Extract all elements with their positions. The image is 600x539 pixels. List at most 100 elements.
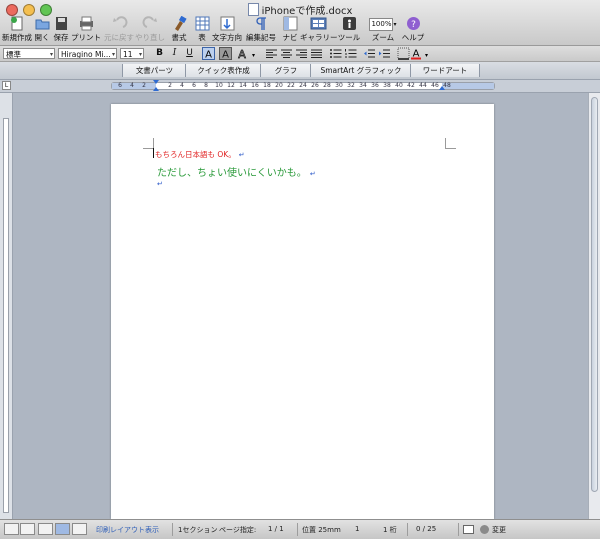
horizontal-ruler[interactable]: 6 4 2 2 4 6 8 10 12 14 16 18 20 22 24 26…: [111, 80, 495, 91]
notebook-view-button[interactable]: [72, 523, 87, 535]
elements-gallery-bar: 文書パーツ クイック表作成 グラフ SmartArt グラフィック ワードアート: [0, 62, 600, 80]
vertical-scrollbar[interactable]: [588, 93, 600, 519]
ruler-tick: 6: [118, 82, 122, 89]
table-icon: [195, 16, 209, 31]
table-button[interactable]: 表: [193, 15, 211, 44]
text-box-a-button[interactable]: A: [202, 47, 215, 60]
tab-wordart[interactable]: ワードアート: [410, 64, 480, 77]
document-page[interactable]: もちろん日本語も OK。 ↵ ただし、ちょい使いにくいかも。 ↵ ↵: [111, 104, 494, 519]
navi-button[interactable]: ナビ: [281, 15, 299, 44]
redo-icon: [142, 16, 157, 28]
ruler-tick: 36: [371, 82, 379, 89]
style-select[interactable]: 標準 ▾: [3, 48, 55, 59]
underline-button[interactable]: U: [183, 47, 196, 60]
status-bar: 印刷レイアウト表示 1セクション ページ指定: 1 / 1 位置 25mm 1 …: [0, 519, 600, 539]
text-effects-button[interactable]: A ▾: [236, 47, 256, 60]
redo-button[interactable]: やり直し: [135, 15, 165, 44]
print-layout-view-button[interactable]: [55, 523, 70, 535]
save-button[interactable]: 保存: [52, 15, 70, 44]
svg-text:A: A: [238, 48, 246, 60]
justify-button[interactable]: [310, 47, 323, 60]
ruler-tick: 6: [192, 82, 196, 89]
status-separator: [407, 523, 408, 536]
decrease-indent-button[interactable]: [363, 47, 376, 60]
scroll-thumb[interactable]: [591, 97, 598, 492]
numbered-list-button[interactable]: [344, 47, 357, 60]
open-button[interactable]: 開く: [33, 15, 51, 44]
publishing-view-button[interactable]: [38, 523, 53, 535]
font-size-select[interactable]: 11 ▾: [120, 48, 144, 59]
numbered-list-icon: [345, 49, 357, 58]
paragraph-3-empty[interactable]: ↵: [157, 180, 163, 188]
border-icon: [397, 47, 410, 60]
italic-button[interactable]: I: [168, 47, 181, 60]
ruler-tick: 18: [263, 82, 271, 89]
text-effects-icon: A ▾: [238, 48, 255, 60]
edit-marks-button[interactable]: 編集記号: [246, 15, 276, 44]
tab-quick-table[interactable]: クイック表作成: [185, 64, 261, 77]
spelling-icon[interactable]: [463, 525, 474, 534]
font-select[interactable]: Hiragino Mi... ▾: [58, 48, 117, 59]
svg-text:A: A: [222, 50, 229, 61]
draft-view-button[interactable]: [4, 523, 19, 535]
zoom-control[interactable]: 100% ▾ ズーム: [366, 15, 400, 44]
bulleted-list-button[interactable]: [329, 47, 342, 60]
ruler-tick: 10: [215, 82, 223, 89]
position-indicator: 位置 25mm: [302, 526, 341, 534]
ruler-tick: 32: [347, 82, 355, 89]
tab-stop-selector[interactable]: L: [2, 81, 11, 90]
tab-smartart[interactable]: SmartArt グラフィック: [310, 64, 411, 77]
text-direction-icon: [220, 16, 234, 31]
paragraph-2[interactable]: ただし、ちょい使いにくいかも。 ↵: [157, 164, 316, 179]
increase-indent-button[interactable]: [378, 47, 391, 60]
align-left-button[interactable]: [265, 47, 278, 60]
print-button[interactable]: プリント: [71, 15, 101, 44]
paragraph-mark: ↵: [238, 151, 245, 159]
tab-charts[interactable]: グラフ: [260, 64, 311, 77]
first-line-indent-marker[interactable]: [153, 80, 159, 84]
ruler-tick: 24: [299, 82, 307, 89]
outdent-icon: [364, 49, 375, 58]
ruler-tick: 4: [180, 82, 184, 89]
font-color-button[interactable]: A ▾: [410, 47, 430, 60]
help-button[interactable]: ? ヘルプ: [401, 15, 425, 44]
undo-button[interactable]: 元に戻す: [104, 15, 134, 44]
paragraph-mark: ↵: [309, 170, 316, 178]
formatting-toolbar: 標準▾ Hiragino Mi...▾ 11▾ B I U A A A▾: [0, 46, 600, 62]
align-right-button[interactable]: [295, 47, 308, 60]
left-indent-marker[interactable]: [153, 87, 159, 91]
line-indicator: 1: [355, 525, 360, 533]
character-shading-button[interactable]: A: [219, 47, 232, 60]
align-center-icon: [281, 49, 292, 58]
ruler-tick: 38: [383, 82, 391, 89]
tools-button[interactable]: ツール: [337, 15, 361, 44]
pilcrow-icon: [255, 17, 266, 30]
format-button[interactable]: 書式: [170, 15, 188, 44]
sidebar-icon: [283, 16, 297, 31]
track-changes-toggle[interactable]: [480, 525, 489, 534]
ruler-tick: 2: [168, 82, 172, 89]
vertical-ruler-track: [3, 118, 9, 513]
paragraph-1[interactable]: もちろん日本語も OK。 ↵: [155, 149, 245, 160]
ruler-tick: 20: [275, 82, 283, 89]
ruler-tick: 26: [311, 82, 319, 89]
text-direction-button[interactable]: 文字方向: [212, 15, 242, 44]
vertical-ruler[interactable]: [0, 93, 13, 519]
page-label: ページ指定:: [219, 526, 257, 534]
gallery-button[interactable]: ギャラリー: [300, 15, 338, 44]
ruler-tick: 44: [419, 82, 427, 89]
zoom-dropdown-icon[interactable]: ▾: [393, 21, 396, 28]
track-changes-label: 変更: [492, 526, 506, 534]
bold-button[interactable]: B: [153, 47, 166, 60]
tab-document-parts[interactable]: 文書パーツ: [122, 64, 186, 77]
horizontal-ruler-bar: L 6 4 2 2 4 6 8 10 12 14 16 18 20 22 24 …: [0, 80, 600, 93]
column-indicator: 1 桁: [383, 526, 397, 534]
outline-view-button[interactable]: [20, 523, 35, 535]
paragraph-mark: ↵: [157, 180, 163, 188]
align-center-button[interactable]: [280, 47, 293, 60]
ruler-tick: 16: [251, 82, 259, 89]
ruler-tick: 34: [359, 82, 367, 89]
new-document-button[interactable]: 新規作成: [2, 15, 32, 44]
borders-button[interactable]: [397, 47, 410, 60]
zoom-value[interactable]: 100%: [369, 18, 394, 31]
